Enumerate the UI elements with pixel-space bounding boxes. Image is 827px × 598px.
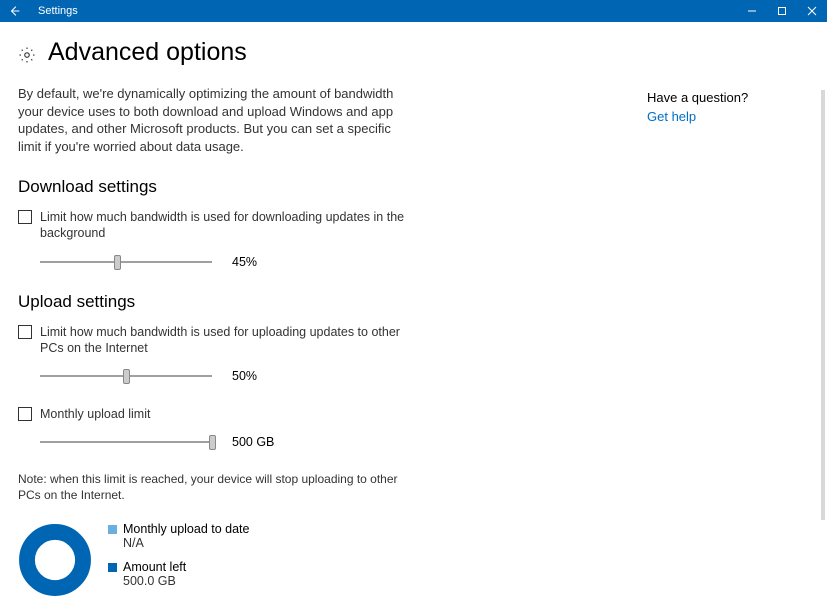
monthly-limit-label: Monthly upload limit bbox=[40, 406, 150, 422]
download-limit-checkbox[interactable] bbox=[18, 210, 32, 224]
download-section-title: Download settings bbox=[18, 177, 498, 197]
download-limit-slider[interactable] bbox=[40, 252, 212, 272]
legend-value-left: 500.0 GB bbox=[123, 574, 186, 588]
upload-bandwidth-checkbox[interactable] bbox=[18, 325, 32, 339]
download-slider-value: 45% bbox=[232, 255, 257, 269]
scrollbar[interactable] bbox=[821, 90, 825, 520]
legend-label-left: Amount left bbox=[123, 560, 186, 574]
monthly-limit-slider[interactable] bbox=[40, 432, 212, 452]
intro-text: By default, we're dynamically optimizing… bbox=[18, 85, 398, 155]
usage-chart-row: Monthly upload to date N/A Amount left 5… bbox=[18, 522, 498, 598]
window-controls bbox=[737, 0, 827, 22]
get-help-link[interactable]: Get help bbox=[647, 109, 797, 124]
monthly-limit-value: 500 GB bbox=[232, 435, 274, 449]
maximize-icon bbox=[777, 6, 787, 16]
legend-item-uploaded: Monthly upload to date N/A bbox=[108, 522, 249, 550]
back-button[interactable] bbox=[0, 0, 30, 22]
minimize-icon bbox=[747, 6, 757, 16]
app-title: Settings bbox=[38, 5, 78, 17]
upload-section-title: Upload settings bbox=[18, 292, 498, 312]
legend-swatch-left bbox=[108, 563, 117, 572]
download-limit-label: Limit how much bandwidth is used for dow… bbox=[40, 209, 420, 242]
help-panel: Have a question? Get help bbox=[647, 90, 797, 124]
upload-bandwidth-slider[interactable] bbox=[40, 366, 212, 386]
page-title: Advanced options bbox=[48, 38, 247, 67]
legend-value-uploaded: N/A bbox=[123, 536, 249, 550]
maximize-button[interactable] bbox=[767, 0, 797, 22]
titlebar: Settings bbox=[0, 0, 827, 22]
close-button[interactable] bbox=[797, 0, 827, 22]
upload-note: Note: when this limit is reached, your d… bbox=[18, 472, 418, 503]
page-header: Advanced options bbox=[18, 38, 498, 67]
minimize-button[interactable] bbox=[737, 0, 767, 22]
legend-label-uploaded: Monthly upload to date bbox=[123, 522, 249, 536]
help-question: Have a question? bbox=[647, 90, 797, 105]
close-icon bbox=[807, 6, 817, 16]
arrow-left-icon bbox=[8, 4, 22, 18]
legend-item-left: Amount left 500.0 GB bbox=[108, 560, 249, 588]
usage-donut-chart bbox=[18, 523, 92, 597]
monthly-limit-checkbox[interactable] bbox=[18, 407, 32, 421]
legend-swatch-uploaded bbox=[108, 525, 117, 534]
gear-icon bbox=[18, 46, 36, 64]
upload-bandwidth-label: Limit how much bandwidth is used for upl… bbox=[40, 324, 420, 357]
upload-bandwidth-value: 50% bbox=[232, 369, 257, 383]
